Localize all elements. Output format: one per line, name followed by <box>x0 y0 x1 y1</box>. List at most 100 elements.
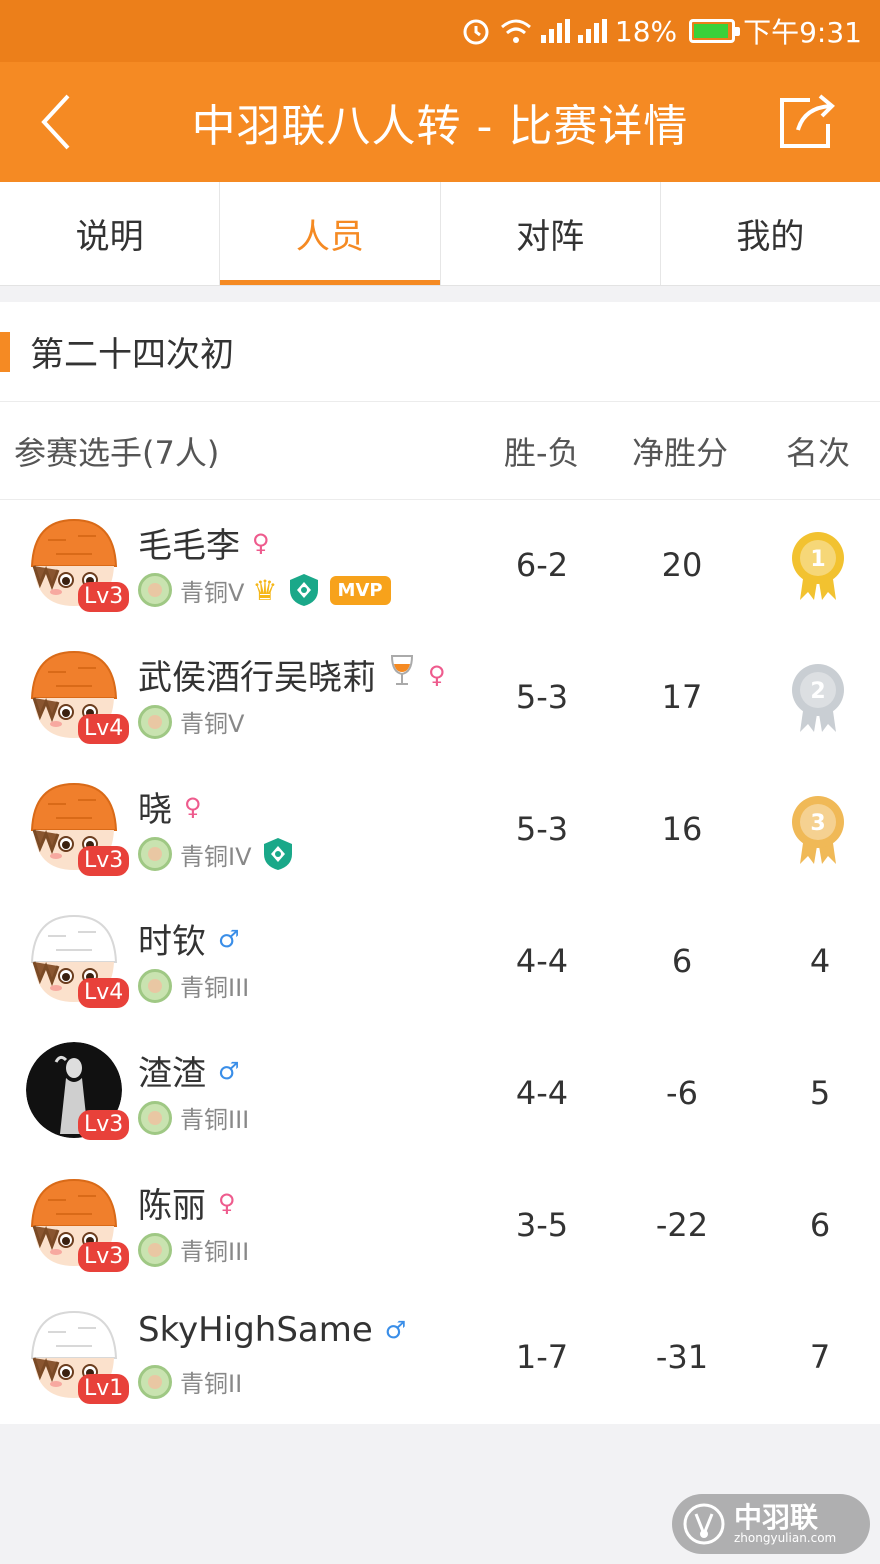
player-tier-line: 青铜V <box>138 704 244 739</box>
net-points: 17 <box>661 678 703 716</box>
svg-text:2: 2 <box>810 679 825 704</box>
tier-icon <box>138 704 172 739</box>
chevron-left-icon <box>41 94 70 150</box>
watermark-url: zhongyulian.com <box>734 1531 837 1545</box>
column-players: 参赛选手(7人) <box>14 433 220 472</box>
status-bar: 18% 下午9:31 <box>0 0 880 62</box>
tier-label: 青铜II <box>180 1370 243 1398</box>
player-row[interactable]: Lv4 武侯酒行吴晓莉 ♀ 青铜V 5-3 17 2 <box>0 632 880 764</box>
back-button[interactable] <box>26 90 86 154</box>
tier-label: 青铜IV <box>180 842 252 871</box>
tab-description[interactable]: 说明 <box>0 182 221 285</box>
medal-2-icon: 2 <box>790 662 846 734</box>
tab-members[interactable]: 人员 <box>220 182 441 285</box>
level-badge: Lv3 <box>78 582 130 612</box>
tier-label: 青铜V <box>180 578 245 607</box>
player-name-line: 晓 ♀ <box>138 782 202 831</box>
player-name: SkyHighSame <box>138 1310 373 1350</box>
net-points: -22 <box>655 1206 709 1244</box>
wifi-icon <box>499 17 533 45</box>
tier-icon <box>138 1232 172 1267</box>
player-tier-line: 青铜II <box>138 1364 242 1399</box>
level-badge: Lv3 <box>78 1110 130 1140</box>
app-header: 中羽联八人转 - 比赛详情 <box>0 62 880 182</box>
tier-label: 青铜V <box>180 710 245 738</box>
level-badge: Lv4 <box>78 714 130 744</box>
alarm-icon <box>461 16 491 46</box>
net-points: -6 <box>666 1074 698 1112</box>
player-name-line: 陈丽 ♀ <box>138 1178 236 1227</box>
female-icon: ♀ <box>184 792 202 821</box>
player-name: 时钦 <box>138 922 206 962</box>
net-points: 20 <box>661 546 703 584</box>
player-name-line: 时钦 ♂ <box>138 914 240 963</box>
player-name-line: 渣渣 ♂ <box>138 1046 240 1095</box>
female-icon: ♀ <box>218 1188 236 1217</box>
clock: 下午9:31 <box>743 16 862 49</box>
signal-icon-2 <box>577 19 607 43</box>
tier-icon <box>138 1364 172 1399</box>
wine-glass-icon <box>388 652 416 697</box>
section-accent-bar <box>0 331 10 372</box>
player-row[interactable]: Lv3 渣渣 ♂ 青铜III 4-4 -6 5 <box>0 1028 880 1160</box>
net-points: 16 <box>661 810 703 848</box>
share-icon <box>780 94 835 148</box>
win-loss: 6-2 <box>515 546 569 584</box>
page-title: 中羽联八人转 - 比赛详情 <box>191 101 689 152</box>
player-tier-line: 青铜III <box>138 968 249 1003</box>
share-button[interactable] <box>776 92 840 152</box>
female-icon: ♀ <box>428 660 446 689</box>
level-badge: Lv3 <box>78 1242 130 1272</box>
rank: 7 <box>809 1338 831 1376</box>
player-row[interactable]: Lv3 晓 ♀ 青铜IV 5-3 16 3 <box>0 764 880 896</box>
rank: 6 <box>809 1206 831 1244</box>
shield-icon <box>286 572 322 608</box>
medal-1-icon: 1 <box>790 530 846 602</box>
level-badge: Lv3 <box>78 846 130 876</box>
column-rank: 名次 <box>786 433 851 472</box>
tab-mine[interactable]: 我的 <box>661 182 880 285</box>
battery-percent: 18% <box>614 14 678 48</box>
tier-icon <box>138 1100 172 1135</box>
player-tier-line: 青铜IV <box>138 836 296 872</box>
win-loss: 1-7 <box>515 1338 569 1376</box>
column-win-loss: 胜-负 <box>504 433 580 472</box>
male-icon: ♂ <box>218 1056 240 1085</box>
win-loss: 5-3 <box>515 810 569 848</box>
player-tier-line: 青铜III <box>138 1100 249 1135</box>
win-loss: 4-4 <box>515 942 569 980</box>
shuttlecock-icon <box>683 1503 725 1545</box>
level-badge: Lv4 <box>78 978 130 1008</box>
player-name: 晓 <box>138 790 172 830</box>
tier-icon <box>138 837 172 871</box>
win-loss: 4-4 <box>515 1074 569 1112</box>
svg-text:3: 3 <box>810 811 825 836</box>
tab-matches[interactable]: 对阵 <box>441 182 661 285</box>
player-row[interactable]: Lv4 时钦 ♂ 青铜III 4-4 6 4 <box>0 896 880 1028</box>
shield-icon <box>260 836 296 872</box>
player-row[interactable]: Lv3 毛毛李 ♀ 青铜V ♛ MVP 6-2 20 1 <box>0 500 880 632</box>
player-name-line: SkyHighSame ♂ <box>138 1310 406 1350</box>
column-net-points: 净胜分 <box>632 433 729 472</box>
net-points: -31 <box>655 1338 709 1376</box>
tier-icon <box>138 968 172 1003</box>
player-list: Lv3 毛毛李 ♀ 青铜V ♛ MVP 6-2 20 1 Lv4 武侯酒行吴晓莉 ♀ 青铜V 5-3 17 2… <box>0 500 880 1424</box>
win-loss: 3-5 <box>515 1206 569 1244</box>
crown-icon: ♛ <box>252 573 278 607</box>
player-name: 渣渣 <box>138 1054 206 1094</box>
win-loss: 5-3 <box>515 678 569 716</box>
watermark-logo: 中羽联 zhongyulian.com <box>672 1494 870 1554</box>
player-name: 毛毛李 <box>138 526 240 566</box>
female-icon: ♀ <box>252 528 270 557</box>
rank: 5 <box>809 1074 831 1112</box>
player-name-line: 武侯酒行吴晓莉 ♀ <box>138 650 446 699</box>
watermark-name: 中羽联 <box>734 1501 819 1534</box>
player-name: 武侯酒行吴晓莉 <box>138 658 376 698</box>
player-name: 陈丽 <box>138 1186 206 1226</box>
player-name-line: 毛毛李 ♀ <box>138 518 270 567</box>
player-row[interactable]: Lv3 陈丽 ♀ 青铜III 3-5 -22 6 <box>0 1160 880 1292</box>
net-points: 6 <box>671 942 693 980</box>
svg-text:1: 1 <box>810 547 825 572</box>
player-row[interactable]: Lv1 SkyHighSame ♂ 青铜II 1-7 -31 7 <box>0 1292 880 1424</box>
player-tier-line: 青铜III <box>138 1232 249 1267</box>
